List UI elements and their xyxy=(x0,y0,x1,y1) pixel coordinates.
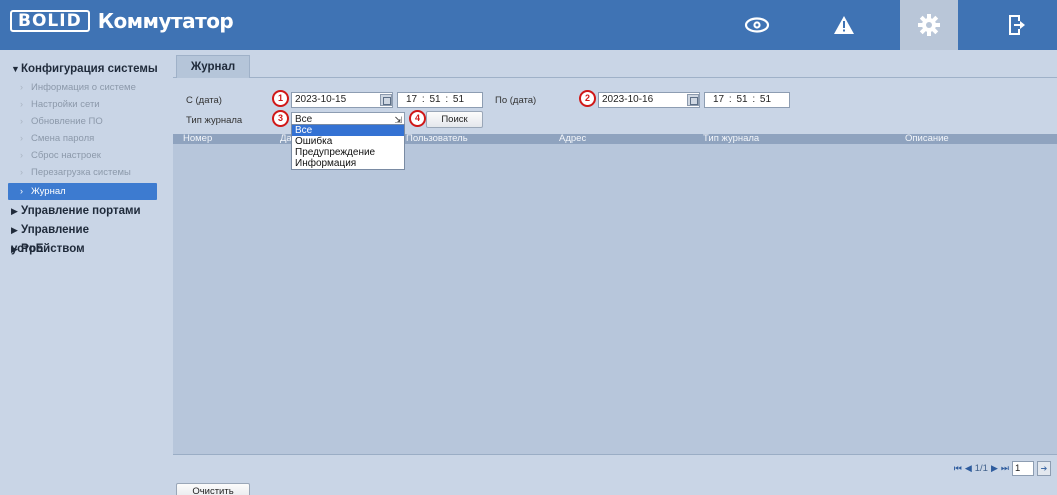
clear-button[interactable]: Очистить xyxy=(176,483,250,495)
sidebar-item-network[interactable]: › Настройки сети xyxy=(0,96,165,113)
section-label: Конфигурация системы xyxy=(21,63,158,75)
sidebar: ▼Конфигурация системы › Информация о сист… xyxy=(0,50,165,495)
chevron-right-icon: › xyxy=(20,167,23,177)
sidebar-section-system-config[interactable]: ▼Конфигурация системы xyxy=(0,60,165,79)
triangle-right-icon: ▶ xyxy=(11,206,18,216)
col-description: Описание xyxy=(905,133,949,144)
logout-icon xyxy=(1009,15,1025,35)
view-button[interactable] xyxy=(728,0,786,50)
sidebar-item-system-info[interactable]: › Информация о системе xyxy=(0,79,165,96)
eye-icon xyxy=(744,17,770,33)
sidebar-item-password[interactable]: › Смена пароля xyxy=(0,130,165,147)
page-info: 1/1 xyxy=(974,463,988,474)
log-type-dropdown: Все Ошибка Предупреждение Информация xyxy=(291,124,405,170)
first-page-icon[interactable]: ⏮ xyxy=(954,463,962,474)
log-panel: С (дата) 1 2023-10-15 17 : 51 : 51 По (д… xyxy=(173,78,1057,495)
chevron-right-icon: › xyxy=(20,133,23,143)
option-all[interactable]: Все xyxy=(292,125,404,136)
chevron-right-icon: › xyxy=(20,82,23,92)
to-time-input[interactable]: 17 : 51 : 51 xyxy=(704,92,790,108)
col-log-type: Тип журнала xyxy=(703,133,760,144)
to-date-label: По (дата) xyxy=(495,95,537,106)
sidebar-item-label: Обновление ПО xyxy=(31,116,103,127)
sidebar-item-label: Настройки сети xyxy=(31,99,100,110)
chevron-right-icon: › xyxy=(20,186,23,196)
sidebar-item-label: Сброс настроек xyxy=(31,150,101,161)
sidebar-item-log[interactable]: › Журнал xyxy=(8,183,157,200)
chevron-right-icon: › xyxy=(20,99,23,109)
next-page-icon[interactable]: ▶ xyxy=(991,463,998,474)
sidebar-section-device[interactable]: ▶ Управление устройством xyxy=(0,221,165,255)
last-page-icon[interactable]: ⏭ xyxy=(1001,463,1009,474)
badge-2: 2 xyxy=(579,90,596,107)
calendar-icon[interactable] xyxy=(380,94,392,106)
sidebar-item-label: Информация о системе xyxy=(31,82,136,93)
chevron-right-icon: › xyxy=(20,116,23,126)
sidebar-item-firmware[interactable]: › Обновление ПО xyxy=(0,113,165,130)
page-input[interactable]: 1 xyxy=(1012,461,1034,476)
prev-page-icon[interactable]: ◀ xyxy=(965,463,972,474)
from-time-input[interactable]: 17 : 51 : 51 xyxy=(397,92,483,108)
app-title: Коммутатор xyxy=(97,9,234,33)
logo-box: BOLID xyxy=(10,10,90,32)
option-info[interactable]: Информация xyxy=(292,158,404,169)
option-warning[interactable]: Предупреждение xyxy=(292,147,404,158)
sidebar-item-label: Перезагрузка системы xyxy=(31,167,131,178)
sidebar-item-label: Смена пароля xyxy=(31,133,95,144)
col-address: Адрес xyxy=(559,133,587,144)
sidebar-item-label: Журнал xyxy=(31,186,66,197)
table-body xyxy=(173,144,1057,455)
badge-3: 3 xyxy=(272,110,289,127)
logout-button[interactable] xyxy=(987,0,1045,50)
warning-icon xyxy=(834,16,854,34)
tab-log[interactable]: Журнал xyxy=(176,55,250,78)
sidebar-item-reboot[interactable]: › Перезагрузка системы xyxy=(0,164,165,181)
from-date-input[interactable]: 2023-10-15 xyxy=(291,92,393,108)
triangle-down-icon: ▼ xyxy=(11,64,20,74)
section-label: Управление портами xyxy=(21,205,141,217)
search-button[interactable]: Поиск xyxy=(426,111,483,128)
go-page-button[interactable]: ➔ xyxy=(1037,461,1051,476)
sidebar-section-ports[interactable]: ▶ Управление портами xyxy=(0,202,165,221)
calendar-icon[interactable] xyxy=(687,94,699,106)
badge-4: 4 xyxy=(409,110,426,127)
sidebar-item-reset[interactable]: › Сброс настроек xyxy=(0,147,165,164)
chevron-right-icon: › xyxy=(20,150,23,160)
tab-bar: Журнал xyxy=(173,55,1057,78)
log-type-label: Тип журнала xyxy=(186,115,243,126)
section-label: PoE xyxy=(21,243,44,255)
col-number: Номер xyxy=(183,133,213,144)
to-date-input[interactable]: 2023-10-16 xyxy=(598,92,700,108)
alarm-button[interactable] xyxy=(815,0,873,50)
brand-logo: BOLID Коммутатор xyxy=(10,9,234,33)
triangle-right-icon: ▶ xyxy=(11,244,18,254)
settings-button[interactable] xyxy=(900,0,958,50)
option-error[interactable]: Ошибка xyxy=(292,136,404,147)
top-header: BOLID Коммутатор xyxy=(0,0,1057,50)
gear-icon xyxy=(918,14,940,36)
pagination: ⏮ ◀ 1/1 ▶ ⏭ 1 ➔ xyxy=(954,461,1051,476)
badge-1: 1 xyxy=(272,90,289,107)
from-date-label: С (дата) xyxy=(186,95,222,106)
triangle-right-icon: ▶ xyxy=(11,225,18,235)
col-user: Пользователь xyxy=(406,133,468,144)
